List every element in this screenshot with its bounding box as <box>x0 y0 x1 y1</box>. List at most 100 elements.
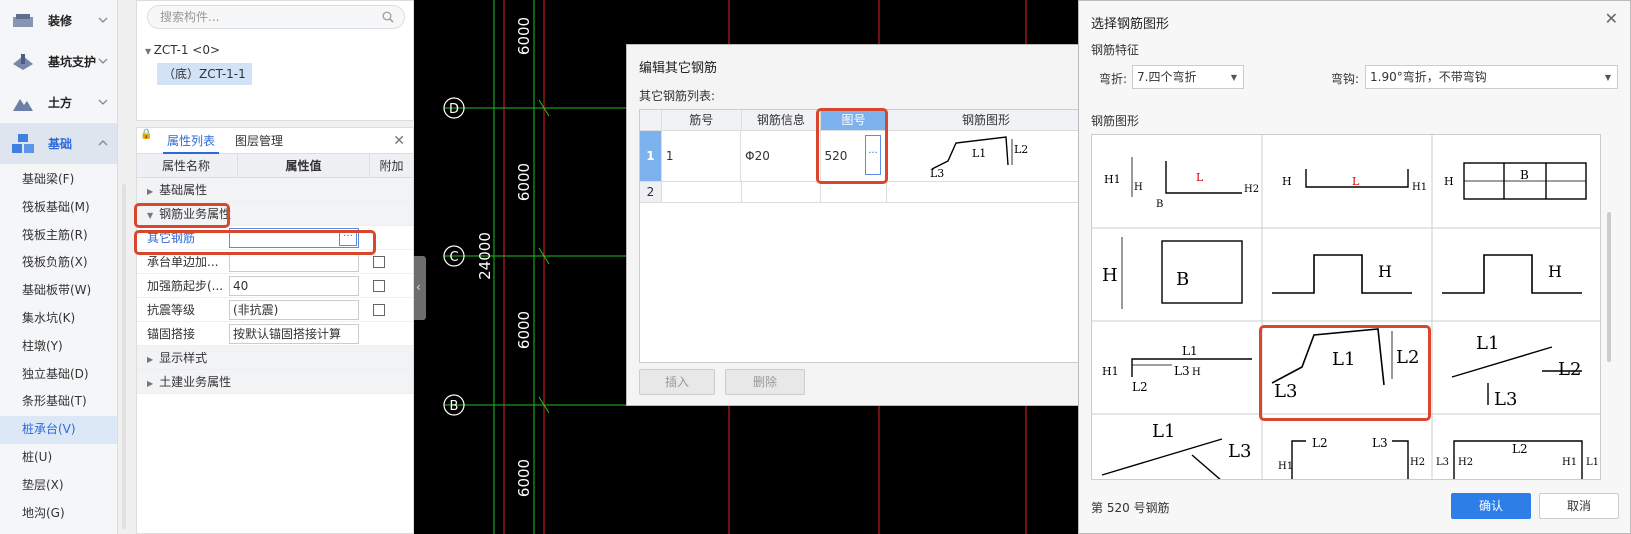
svg-text:L3: L3 <box>1274 381 1297 402</box>
col-bar-no: 筋号 <box>661 110 742 130</box>
cell-figure-no[interactable]: 520 ··· <box>821 131 886 181</box>
nav-item-active[interactable]: 桩承台(V) <box>0 416 117 444</box>
nav-item[interactable]: 集水坑(K) <box>0 305 117 333</box>
cell-bar-no[interactable]: 1 <box>662 131 742 181</box>
cell-bar-shape[interactable] <box>887 182 1087 202</box>
nav-item[interactable]: 桩(U) <box>0 444 117 472</box>
property-name: 其它钢筋 <box>147 231 196 245</box>
nav-category-pit-support[interactable]: 基坑支护 <box>0 41 117 82</box>
tree-child-node-selected[interactable]: （底）ZCT-1-1 <box>157 63 252 85</box>
rebar-shape-grid[interactable]: H1 H B L H2 H L H1 HB HB H H H1 L1 L3 H … <box>1091 134 1601 480</box>
row-seismic-grade[interactable]: 抗震等级 (非抗震) <box>137 298 413 322</box>
nav-item[interactable]: 筏板主筋(R) <box>0 222 117 250</box>
col-property-name: 属性名称 <box>162 159 211 173</box>
cell-bar-info[interactable]: Φ20 <box>741 131 821 181</box>
ellipsis-button[interactable]: ··· <box>339 229 357 246</box>
group-rebar-properties[interactable]: ▼ 钢筋业务属性 <box>137 202 413 226</box>
nav-category-label: 基础 <box>48 137 73 151</box>
shape-option[interactable] <box>1101 438 1223 480</box>
search-placeholder: 搜索构件... <box>160 10 220 24</box>
property-name: 加强筋起步(... <box>147 279 224 293</box>
dimension-label: 6000 <box>515 459 533 497</box>
other-rebar-value-field[interactable]: ··· <box>229 227 359 248</box>
scroll-thumb[interactable] <box>1607 212 1611 362</box>
confirm-button[interactable]: 确认 <box>1451 493 1531 519</box>
tree-root-node[interactable]: ▼ ZCT-1 <0> <box>145 43 220 57</box>
nav-item[interactable]: 基础板带(W) <box>0 277 117 305</box>
row-anchor-lap[interactable]: 锚固搭接 按默认锚固搭接计算 <box>137 322 413 346</box>
nav-category-decoration[interactable]: 装修 <box>0 0 117 41</box>
expand-icon: ▶ <box>147 187 154 196</box>
nav-item[interactable]: 筏板负筋(X) <box>0 249 117 277</box>
close-icon[interactable]: ✕ <box>393 133 405 149</box>
cell-bar-no[interactable] <box>662 182 742 202</box>
shape-grid-scrollbar[interactable] <box>1605 134 1613 480</box>
row-cap-edge[interactable]: 承台单边加... <box>137 250 413 274</box>
nav-item[interactable]: 独立基础(D) <box>0 361 117 389</box>
dimension-label: 6000 <box>515 163 533 201</box>
collapse-panel-handle[interactable]: ‹ <box>414 256 426 320</box>
properties-panel: 🔒 属性列表 图层管理 ✕ 属性名称 属性值 附加 ▶ 基础属性 ▼ 钢筋业务属性 … <box>136 127 414 534</box>
tab-layer-management[interactable]: 图层管理 <box>231 128 287 154</box>
nav-item[interactable]: 垫层(X) <box>0 472 117 500</box>
group-basic-properties[interactable]: ▶ 基础属性 <box>137 178 413 202</box>
rebar-shape-label: 钢筋图形 <box>1091 114 1140 128</box>
cancel-button[interactable]: 取消 <box>1539 493 1619 519</box>
nav-item[interactable]: 地沟(G) <box>0 500 117 528</box>
pin-icon[interactable]: 🔒 <box>140 129 152 140</box>
row-number[interactable]: 2 <box>640 182 662 202</box>
attach-checkbox[interactable] <box>373 279 385 292</box>
nav-item[interactable]: 筏板基础(M) <box>0 194 117 222</box>
rebar-table: 筋号 钢筋信息 图号 钢筋图形 1 1 Φ20 520 ··· L2 L1 L3 <box>639 109 1087 363</box>
property-name: 承台单边加... <box>147 255 219 269</box>
svg-text:B: B <box>1520 168 1529 182</box>
dropdown-arrow-icon: ▼ <box>1604 73 1611 82</box>
row-number[interactable]: 1 <box>640 131 662 181</box>
table-row[interactable]: 2 <box>640 182 1087 203</box>
bend-select[interactable]: 7.四个弯折 ▼ <box>1132 65 1244 89</box>
earthwork-icon <box>10 92 36 114</box>
shape-option[interactable] <box>1131 157 1242 197</box>
property-value-field[interactable]: 按默认锚固搭接计算 <box>229 323 359 344</box>
attach-checkbox[interactable] <box>373 255 385 268</box>
group-civil-properties[interactable]: ▶ 土建业务属性 <box>137 370 413 394</box>
row-strength-start[interactable]: 加强筋起步(... 40 <box>137 274 413 298</box>
svg-text:H: H <box>1378 262 1392 281</box>
property-value-field[interactable]: (非抗震) <box>229 299 359 320</box>
cell-bar-info[interactable] <box>742 182 822 202</box>
svg-text:L: L <box>1196 171 1204 184</box>
nav-category-earthwork[interactable]: 土方 <box>0 82 117 123</box>
shape-option[interactable] <box>1291 440 1409 480</box>
nav-item[interactable]: 基础梁(F) <box>0 166 117 194</box>
property-value-field[interactable] <box>229 251 359 272</box>
close-icon[interactable]: ✕ <box>1605 9 1618 28</box>
select-rebar-shape-dialog: 选择钢筋图形 ✕ 钢筋特征 弯折: 7.四个弯折 ▼ 弯钩: 1.90°弯折，不… <box>1078 0 1631 534</box>
nav-category-foundation[interactable]: 基础 <box>0 123 117 164</box>
cell-bar-shape[interactable]: L2 L1 L3 <box>886 131 1086 181</box>
component-search-input[interactable]: 搜索构件... <box>147 5 405 29</box>
hook-select[interactable]: 1.90°弯折，不带弯钩 ▼ <box>1365 65 1618 89</box>
cell-figure-no[interactable] <box>821 182 887 202</box>
chevron-left-icon: ‹ <box>416 280 421 294</box>
delete-button[interactable]: 删除 <box>725 369 805 395</box>
attach-checkbox[interactable] <box>373 303 385 316</box>
tree-expand-icon[interactable]: ▼ <box>145 47 154 56</box>
nav-item[interactable]: 条形基础(T) <box>0 388 117 416</box>
axis-label-b: B <box>450 399 459 414</box>
left-scrollbar[interactable] <box>122 184 126 529</box>
ellipsis-button[interactable]: ··· <box>865 135 881 175</box>
tab-property-list[interactable]: 属性列表 <box>163 128 220 154</box>
group-label: 基础属性 <box>159 183 208 197</box>
row-other-rebar[interactable]: 其它钢筋 ··· <box>137 226 413 250</box>
svg-text:L2: L2 <box>1312 436 1328 450</box>
group-label: 钢筋业务属性 <box>159 207 232 221</box>
group-label: 显示样式 <box>159 351 208 365</box>
insert-button[interactable]: 插入 <box>639 369 715 395</box>
svg-text:L2: L2 <box>1512 442 1528 456</box>
chevron-down-icon <box>98 17 108 23</box>
decoration-icon <box>10 10 36 32</box>
property-value-field[interactable]: 40 <box>229 275 359 296</box>
group-display-style[interactable]: ▶ 显示样式 <box>137 346 413 370</box>
nav-item[interactable]: 柱墩(Y) <box>0 333 117 361</box>
table-row[interactable]: 1 1 Φ20 520 ··· L2 L1 L3 <box>640 131 1086 182</box>
